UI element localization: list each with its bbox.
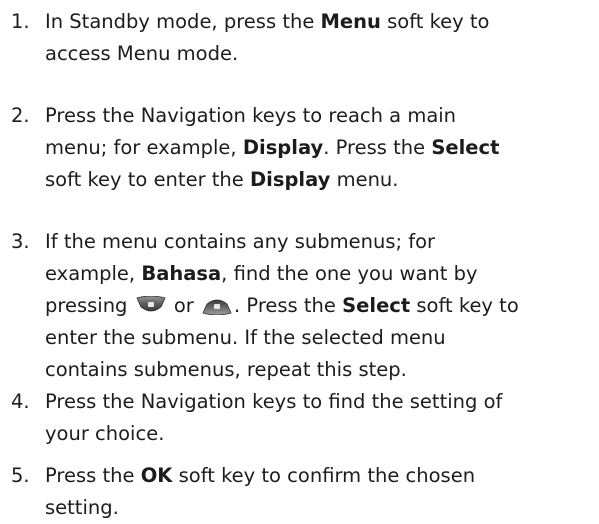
nav-up-key-icon	[201, 293, 233, 316]
step-text: Press the OK soft key to confirm the cho…	[45, 464, 476, 519]
step-text: In Standby mode, press the Menu soft key…	[45, 10, 490, 65]
step-number: 5.	[11, 464, 30, 487]
nav-down-key-icon	[135, 293, 167, 312]
bahasa-menu-label: Bahasa	[141, 262, 222, 285]
display-menu-label: Display	[242, 136, 324, 159]
step-number: 4.	[11, 390, 30, 413]
step-text: If the menu contains any submenus; for e…	[45, 230, 519, 381]
step-text: Press the Navigation keys to reach a mai…	[45, 104, 500, 191]
step-number: 3.	[11, 230, 30, 253]
select-key-label: Select	[431, 136, 500, 159]
step-number: 2.	[11, 104, 30, 127]
ok-key-label: OK	[140, 464, 173, 487]
select-key-label: Select	[342, 294, 411, 317]
step-text: Press the Navigation keys to find the se…	[45, 390, 503, 445]
menu-key-label: Menu	[320, 10, 381, 33]
step-number: 1.	[11, 10, 30, 33]
display-menu-label: Display	[249, 168, 331, 191]
